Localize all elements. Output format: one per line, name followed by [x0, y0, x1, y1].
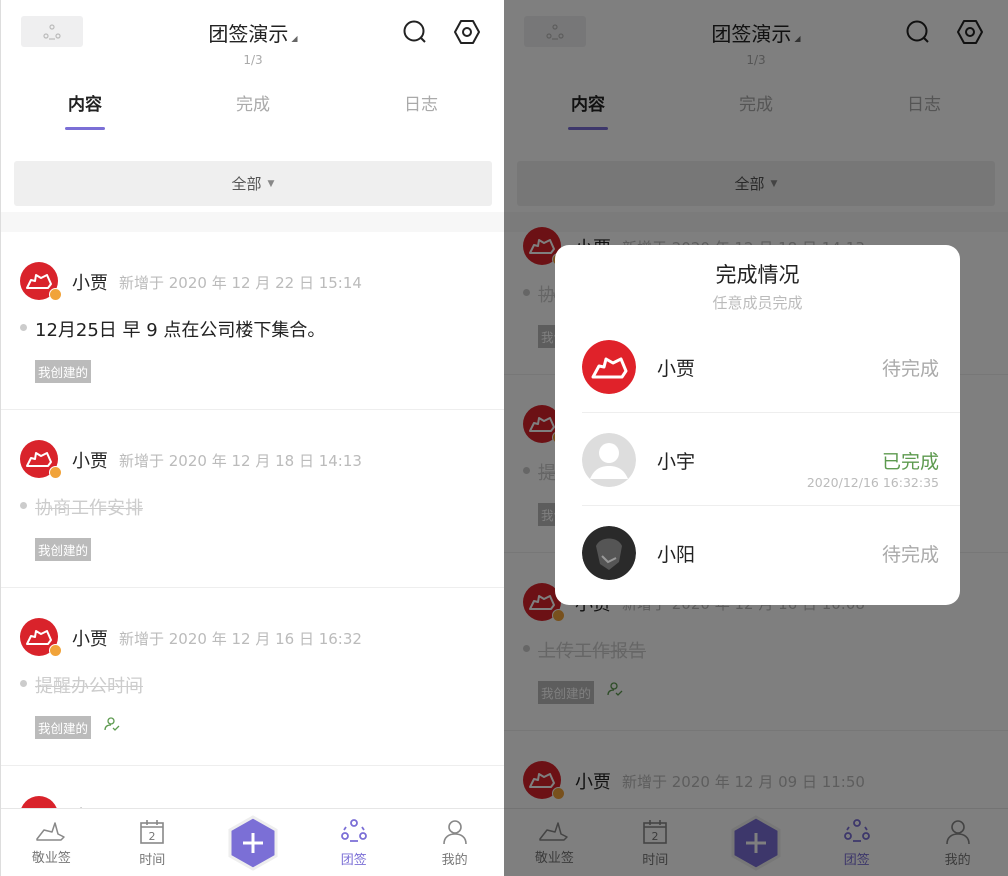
note-text: 协商工作安排 — [35, 498, 143, 519]
nav-label: 团签 — [340, 853, 367, 868]
calendar-icon: 2 — [140, 820, 164, 844]
member-row[interactable]: 小贾 待完成 — [582, 320, 960, 413]
created-by-me-tag: 我创建的 — [35, 538, 92, 561]
nav-item-jingyeqian[interactable]: 敬业签 — [1, 809, 102, 876]
author-name: 小贾 — [72, 629, 108, 650]
completion-time: 2020/12/16 16:32:35 — [806, 475, 939, 490]
filter-dropdown[interactable]: 全部 ▼ — [14, 161, 492, 206]
tab-bar: 内容 完成 日志 — [1, 90, 504, 130]
avatar — [582, 340, 636, 394]
screen-with-modal: 团签演示◢ 1/3 内容 完成 日志 全部▼ 小贾新增于 2020 年 12 月… — [504, 0, 1008, 876]
nav-label: 时间 — [139, 853, 166, 868]
bullet-icon — [20, 324, 27, 331]
bottom-nav: 敬业签 2 时间 团签 我的 — [1, 808, 504, 876]
header: 团签演示◢ 1/3 内容 完成 日志 — [1, 0, 504, 150]
member-status: 待完成 — [881, 358, 939, 380]
screen-list: 团签演示 ◢ 1/3 内容 完成 日志 全部 ▼ 小贾 新增于 2020 年 12 月… — [0, 0, 504, 876]
verified-badge-icon — [49, 644, 62, 657]
tab-complete[interactable]: 完成 — [169, 90, 337, 130]
note-icon — [36, 822, 66, 841]
nav-label: 敬业签 — [31, 851, 71, 866]
page-title[interactable]: 团签演示◢ — [1, 18, 504, 47]
avatar — [582, 433, 636, 487]
filter-label: 全部 — [231, 175, 262, 193]
note-text: 提醒办公时间 — [35, 676, 143, 697]
nav-item-time[interactable]: 2 时间 — [102, 809, 203, 876]
member-name: 小贾 — [657, 358, 696, 380]
list-item[interactable]: 小贾新增于 2020 年 12 月 16 日 16:32 提醒办公时间我创建的 — [1, 588, 504, 766]
member-name: 小阳 — [657, 544, 696, 566]
modal-title: 完成情况 — [715, 263, 800, 287]
nav-item-mine[interactable]: 我的 — [404, 809, 504, 876]
nav-item-team[interactable]: 团签 — [303, 809, 404, 876]
member-status: 待完成 — [881, 544, 939, 566]
member-row[interactable]: 小阳 待完成 — [582, 506, 960, 599]
bullet-icon — [20, 502, 27, 509]
section-separator — [1, 212, 504, 232]
svg-text:2: 2 — [149, 830, 156, 843]
created-time: 新增于 2020 年 12 月 18 日 14:13 — [119, 452, 362, 470]
search-icon[interactable] — [402, 19, 428, 45]
created-time: 新增于 2020 年 12 月 22 日 15:14 — [119, 274, 362, 292]
settings-icon[interactable] — [454, 19, 480, 45]
author-name: 小贾 — [72, 273, 108, 294]
chevron-down-icon: ▼ — [267, 178, 275, 189]
user-icon — [442, 820, 467, 845]
plus-icon — [228, 815, 278, 871]
bullet-icon — [20, 680, 27, 687]
avatar — [582, 526, 636, 580]
list-item[interactable]: 小贾新增于 2020 年 12 月 18 日 14:13 协商工作安排我创建的 — [1, 410, 504, 588]
tab-content[interactable]: 内容 — [1, 90, 169, 130]
note-text: 12月25日 早 9 点在公司楼下集合。 — [35, 320, 326, 341]
member-status: 已完成 — [881, 451, 939, 473]
note-list: 小贾 新增于 2020 年 12 月 22 日 15:14 12月25日 早 9 点… — [1, 232, 504, 835]
member-name: 小宇 — [657, 451, 696, 473]
member-row[interactable]: 小宇 已完成 2020/12/16 16:32:35 — [582, 413, 960, 506]
created-time: 新增于 2020 年 12 月 16 日 16:32 — [119, 630, 362, 648]
dropdown-triangle-icon: ◢ — [291, 34, 298, 43]
tab-log[interactable]: 日志 — [337, 90, 504, 130]
verified-badge-icon — [49, 288, 62, 301]
created-by-me-tag: 我创建的 — [35, 716, 92, 739]
created-by-me-tag: 我创建的 — [35, 360, 92, 383]
assignee-check-icon — [104, 717, 120, 731]
nav-label: 我的 — [441, 853, 468, 868]
author-name: 小贾 — [72, 451, 108, 472]
modal-subtitle: 任意成员完成 — [712, 294, 803, 312]
page-indicator: 1/3 — [243, 53, 263, 67]
title-text: 团签演示 — [208, 22, 289, 46]
team-icon — [340, 819, 367, 842]
verified-badge-icon — [49, 466, 62, 479]
completion-modal: 完成情况 任意成员完成 小贾 待完成 小宇 已完成 2020/12/16 16:… — [555, 245, 960, 605]
list-item[interactable]: 小贾 新增于 2020 年 12 月 22 日 15:14 12月25日 早 9 点… — [1, 232, 504, 410]
add-button[interactable] — [203, 809, 304, 876]
